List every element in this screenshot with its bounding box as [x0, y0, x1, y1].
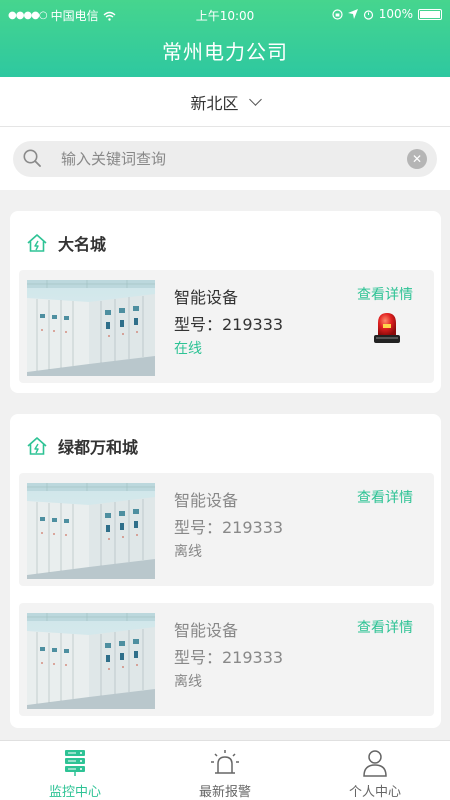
device-status: 离线 [174, 544, 202, 560]
device-item[interactable]: 智能设备 型号：219333 在线 查看详情 [19, 270, 434, 383]
tab-latest-alarms[interactable]: 最新报警 [150, 741, 300, 800]
device-status: 离线 [174, 674, 202, 690]
app-header: ●●●●○ 中国电信 上午10:00 100% 常州电力公司 [0, 0, 450, 77]
alarm-light-icon[interactable] [371, 310, 403, 346]
search-input[interactable] [61, 141, 391, 177]
clear-icon[interactable]: ✕ [407, 149, 427, 169]
chevron-down-icon [248, 92, 262, 106]
tab-label: 个人中心 [348, 785, 401, 800]
search-bar: ✕ [13, 141, 437, 177]
device-status: 在线 [174, 341, 202, 357]
district-label: 新北区 [190, 93, 239, 113]
device-photo [27, 280, 155, 376]
device-name: 智能设备 [174, 621, 239, 640]
alarm-clock-icon [363, 9, 373, 20]
server-icon [65, 750, 85, 776]
device-model: 型号：219333 [174, 518, 284, 537]
tab-monitor-center[interactable]: 监控中心 [0, 741, 150, 800]
station-header: 绿都万和城 [26, 434, 138, 458]
page-title: 常州电力公司 [162, 40, 288, 64]
device-model: 型号：219333 [174, 648, 284, 667]
view-detail-link[interactable]: 查看详情 [357, 617, 413, 637]
station-name: 绿都万和城 [58, 438, 139, 457]
station-card: 大名城 智能设备 型号：219333 在线 查看详情 [10, 211, 441, 393]
view-detail-link[interactable]: 查看详情 [357, 487, 413, 507]
power-station-icon [27, 234, 47, 252]
tab-label: 监控中心 [48, 785, 101, 800]
rotation-lock-icon [332, 8, 343, 20]
device-photo [27, 613, 155, 709]
power-station-icon [27, 437, 47, 455]
district-selector[interactable]: 新北区 [0, 77, 450, 127]
station-name: 大名城 [58, 235, 107, 254]
view-detail-link[interactable]: 查看详情 [357, 284, 413, 304]
device-photo [27, 483, 155, 579]
search-section: ✕ [0, 127, 450, 190]
station-header: 大名城 [26, 231, 106, 255]
alarm-light-icon [211, 750, 239, 774]
status-bar: ●●●●○ 中国电信 上午10:00 100% [0, 0, 450, 28]
device-item[interactable]: 智能设备 型号：219333 离线 查看详情 [19, 603, 434, 716]
device-model: 型号：219333 [174, 315, 284, 334]
device-item[interactable]: 智能设备 型号：219333 离线 查看详情 [19, 473, 434, 586]
tab-personal-center[interactable]: 个人中心 [300, 741, 450, 800]
person-icon [363, 750, 387, 777]
battery-percent: 100% [378, 7, 413, 21]
station-card: 绿都万和城 智能设备 型号：219333 离线 查看详情 智能设备 型号：219… [10, 414, 441, 728]
tab-label: 最新报警 [198, 785, 251, 800]
search-icon [23, 149, 41, 167]
device-name: 智能设备 [174, 491, 239, 510]
battery-icon [418, 8, 442, 20]
tab-bar: 监控中心 最新报警 个人中心 [0, 740, 450, 800]
location-icon [347, 9, 358, 19]
device-name: 智能设备 [174, 288, 239, 307]
